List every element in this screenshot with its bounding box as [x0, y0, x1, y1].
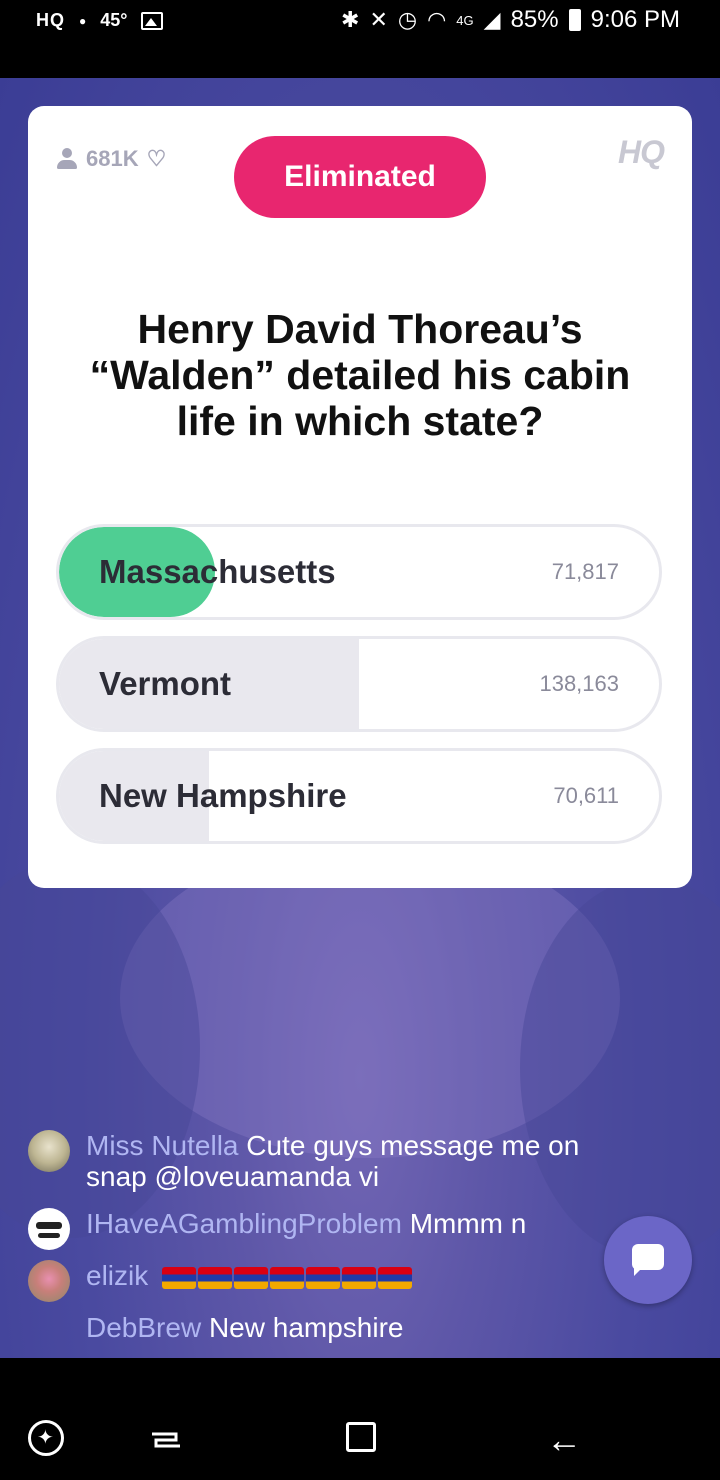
chat-message-text: IHaveAGamblingProblem Mmmm n	[86, 1208, 526, 1250]
answer-label: Massachusetts	[99, 553, 336, 590]
bluetooth-icon: ✱	[341, 7, 360, 32]
battery-icon	[568, 9, 581, 31]
question-text: Henry David Thoreau’s “Walden” detailed …	[89, 306, 631, 444]
armenia-flag-icon	[342, 1266, 377, 1289]
answer-count: 70,611	[553, 783, 619, 808]
armenia-flag-icon	[198, 1266, 233, 1289]
eliminated-badge: Eliminated	[234, 136, 486, 218]
clock: 9:06 PM	[590, 6, 680, 33]
chat-username: DebBrew	[86, 1312, 202, 1343]
chat-body: New hampshire	[208, 1312, 404, 1343]
chat-message: Miss Nutella Cute guys message me on sna…	[28, 1130, 628, 1192]
status-left: HQ ● 45°	[36, 10, 164, 31]
chat-message: elizik	[28, 1260, 628, 1302]
armenia-flag-icon	[234, 1266, 269, 1289]
chat-message: DebBrew New hampshire	[28, 1312, 628, 1354]
game-launcher-icon[interactable]	[28, 1420, 64, 1456]
mute-icon: ✕	[369, 7, 388, 32]
armenia-flag-icon	[378, 1266, 413, 1289]
armenia-flag-icon	[306, 1266, 341, 1289]
status-bar: HQ ● 45° ✱ ✕ ◷ ◠ 4G ◢ 85% 9:06 PM	[0, 0, 720, 78]
home-icon[interactable]	[346, 1422, 376, 1452]
chat-username: Miss Nutella	[86, 1130, 239, 1161]
question-card: 681K ♡ Eliminated HQ Henry David Thoreau…	[28, 106, 692, 888]
temperature: 45°	[100, 10, 128, 30]
avatar	[28, 1260, 70, 1302]
image-icon	[141, 11, 164, 30]
chat-username: IHaveAGamblingProblem	[86, 1208, 402, 1239]
viewer-count-value: 681K	[86, 146, 139, 171]
chat-message: IHaveAGamblingProblem Mmmm n	[28, 1208, 628, 1250]
armenia-flag-icon	[162, 1266, 197, 1289]
answer-count: 71,817	[551, 559, 619, 584]
armenia-flag-icon	[270, 1266, 305, 1289]
answer-option: Massachusetts 71,817	[56, 524, 662, 620]
chat-message-text: elizik	[86, 1260, 413, 1302]
navigation-bar: ←	[0, 1358, 720, 1480]
chat-username: elizik	[86, 1260, 149, 1291]
chat-message-text: DebBrew New hampshire	[86, 1312, 403, 1354]
avatar	[28, 1208, 70, 1250]
answer-count: 138,163	[539, 671, 619, 696]
chat-message-text: Miss Nutella Cute guys message me on sna…	[86, 1130, 628, 1192]
network-type: 4G	[456, 12, 474, 28]
viewer-count: 681K ♡	[56, 146, 166, 172]
location-icon: ●	[79, 13, 87, 28]
chat-body: Mmmm n	[409, 1208, 527, 1239]
recent-apps-icon[interactable]	[146, 1420, 186, 1460]
armenia-flag-emojis	[162, 1266, 413, 1289]
hq-logo: HQ	[618, 134, 665, 170]
back-icon[interactable]: ←	[546, 1420, 586, 1460]
status-right: ✱ ✕ ◷ ◠ 4G ◢ 85% 9:06 PM	[341, 6, 680, 34]
hq-notification-icon: HQ	[36, 10, 65, 30]
answer-label: New Hampshire	[99, 777, 347, 814]
alarm-icon: ◷	[397, 7, 418, 32]
avatar-placeholder	[28, 1312, 70, 1354]
answer-label: Vermont	[99, 665, 232, 702]
wifi-icon: ◠	[427, 7, 447, 32]
battery-percent: 85%	[510, 6, 559, 33]
answer-option: Vermont 138,163	[56, 636, 662, 732]
person-icon	[56, 148, 78, 170]
answer-option: New Hampshire 70,611	[56, 748, 662, 844]
avatar	[28, 1130, 70, 1172]
heart-icon[interactable]: ♡	[147, 146, 167, 172]
recent-apps-glyph	[152, 1432, 180, 1448]
signal-icon: ◢	[483, 7, 501, 32]
chat-bubble-icon[interactable]	[604, 1216, 692, 1304]
